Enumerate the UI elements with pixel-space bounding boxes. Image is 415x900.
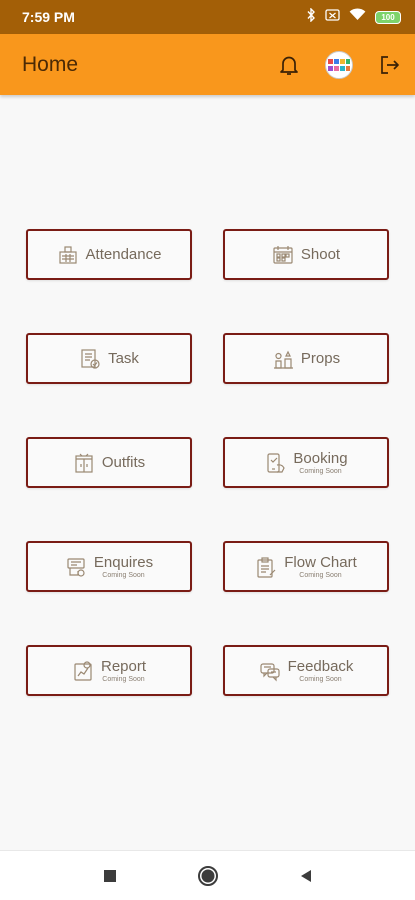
attendance-text: Attendance [86,246,162,263]
app-bar: Home [0,34,415,95]
report-label: Report [100,658,147,675]
recents-square-icon[interactable] [96,862,124,890]
booking-phone-icon [264,452,286,474]
enquires-button[interactable]: Enquires Coming Soon [26,541,192,592]
outfits-button[interactable]: Outfits [26,437,192,488]
task-label: Task [108,350,139,367]
booking-label: Booking [293,450,348,467]
bluetooth-icon [306,6,316,27]
battery-saver-icon [325,8,340,26]
props-label: Props [300,350,341,367]
feedback-label: Feedback [287,658,354,675]
feedback-button[interactable]: Feedback Coming Soon [223,645,389,696]
outfits-label: Outfits [101,454,146,471]
logout-icon[interactable] [379,54,401,76]
booking-coming-soon: Coming Soon [299,468,342,475]
status-bar: 7:59 PM 100 [0,0,415,34]
shoot-button[interactable]: Shoot [223,229,389,280]
back-triangle-icon[interactable] [292,862,320,890]
report-coming-soon: Coming Soon [102,676,145,683]
menu-grid: Attendance Shoot Task Props Outfits Book… [26,229,390,696]
shoot-calendar-icon [272,244,294,266]
enquires-label: Enquires [93,554,154,571]
feedback-coming-soon: Coming Soon [299,676,342,683]
profile-avatar[interactable] [325,50,353,79]
status-icons: 100 [306,6,401,27]
report-chart-icon [72,660,94,682]
feedback-text: Feedback Coming Soon [288,658,354,683]
page-title: Home [22,52,79,76]
attendance-icon [57,244,79,266]
flow-chart-button[interactable]: Flow Chart Coming Soon [223,541,389,592]
notification-bell-icon[interactable] [279,54,299,76]
enquires-text: Enquires Coming Soon [94,554,153,579]
flow-chart-text: Flow Chart Coming Soon [284,554,357,579]
app-bar-actions [279,50,401,79]
props-button[interactable]: Props [223,333,389,384]
enquires-coming-soon: Coming Soon [102,572,145,579]
task-button[interactable]: Task [26,333,192,384]
booking-button[interactable]: Booking Coming Soon [223,437,389,488]
home-circle-icon[interactable] [194,862,222,890]
report-text: Report Coming Soon [101,658,146,683]
attendance-label: Attendance [85,246,162,263]
report-button[interactable]: Report Coming Soon [26,645,192,696]
props-text: Props [301,350,340,367]
outfits-wardrobe-icon [73,452,95,474]
task-list-icon [79,348,101,370]
battery-icon: 100 [375,10,401,24]
shoot-text: Shoot [301,246,340,263]
props-icon [272,348,294,370]
flow-chart-coming-soon: Coming Soon [299,572,342,579]
feedback-chat-icon [259,660,281,682]
flow-chart-clipboard-icon [255,556,277,578]
system-nav-bar [0,850,415,900]
status-time: 7:59 PM [22,9,75,25]
shoot-label: Shoot [300,246,341,263]
enquires-icon [65,556,87,578]
outfits-text: Outfits [102,454,145,471]
flow-chart-label: Flow Chart [284,554,357,571]
booking-text: Booking Coming Soon [293,450,347,475]
wifi-icon [349,8,366,26]
task-text: Task [108,350,139,367]
attendance-button[interactable]: Attendance [26,229,192,280]
